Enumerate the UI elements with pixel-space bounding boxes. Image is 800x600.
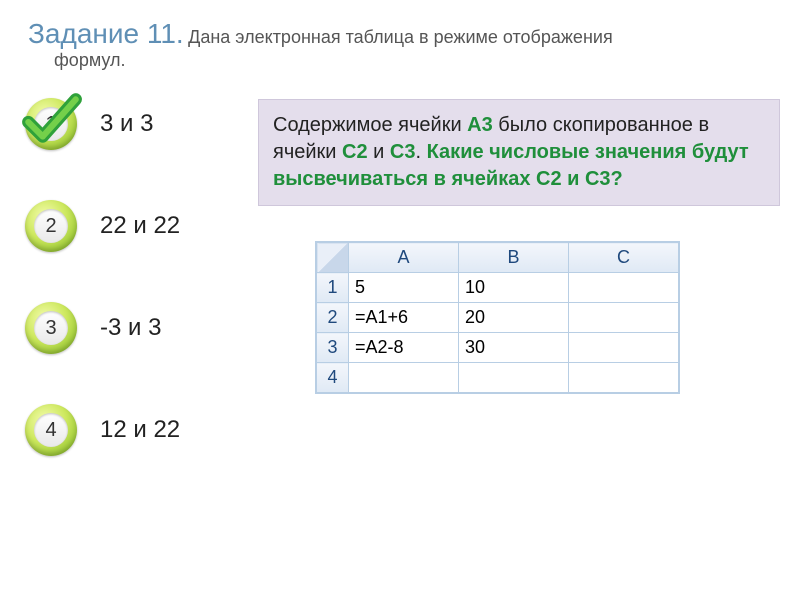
- select-all-corner[interactable]: [317, 243, 349, 273]
- option-number: 2: [34, 209, 68, 243]
- task-title-line2: формул.: [28, 50, 772, 71]
- row-header[interactable]: 2: [317, 303, 349, 333]
- cell[interactable]: =А2-8: [349, 333, 459, 363]
- header: Задание 11. Дана электронная таблица в р…: [0, 0, 800, 83]
- option-number: 4: [34, 413, 68, 447]
- cell[interactable]: 20: [459, 303, 569, 333]
- option-number: 3: [34, 311, 68, 345]
- cell-ref: С2: [342, 141, 368, 163]
- table-row: 2 =А1+6 20: [317, 303, 679, 333]
- cell[interactable]: [349, 363, 459, 393]
- task-number: Задание 11.: [28, 18, 184, 49]
- option-4[interactable]: 4 12 и 22: [22, 401, 242, 459]
- row-header[interactable]: 1: [317, 273, 349, 303]
- hint-text: и: [368, 141, 390, 163]
- cell[interactable]: 30: [459, 333, 569, 363]
- cell[interactable]: 5: [349, 273, 459, 303]
- col-header-a[interactable]: A: [349, 243, 459, 273]
- cell[interactable]: =А1+6: [349, 303, 459, 333]
- hint-box: Содержимое ячейки А3 было скопированное …: [258, 99, 780, 206]
- table-row: 3 =А2-8 30: [317, 333, 679, 363]
- cell[interactable]: [569, 333, 679, 363]
- cell[interactable]: [459, 363, 569, 393]
- col-header-c[interactable]: C: [569, 243, 679, 273]
- col-header-b[interactable]: B: [459, 243, 569, 273]
- spreadsheet: A B C 1 5 10 2 =А1+6 20: [316, 242, 780, 393]
- option-text: 3 и 3: [100, 110, 153, 138]
- cell[interactable]: [569, 303, 679, 333]
- cell-ref: А3: [467, 114, 493, 136]
- task-title: Дана электронная таблица в режиме отобра…: [188, 27, 613, 47]
- checkmark-icon: [18, 87, 84, 153]
- cell[interactable]: [569, 273, 679, 303]
- option-text: 22 и 22: [100, 212, 180, 240]
- hint-text: Содержимое ячейки: [273, 114, 467, 136]
- cell[interactable]: [569, 363, 679, 393]
- cell[interactable]: 10: [459, 273, 569, 303]
- option-3[interactable]: 3 -3 и 3: [22, 299, 242, 357]
- table-row: 4: [317, 363, 679, 393]
- hint-text: .: [415, 141, 426, 163]
- option-2[interactable]: 2 22 и 22: [22, 197, 242, 255]
- table-row: 1 5 10: [317, 273, 679, 303]
- option-1[interactable]: 1 3 и 3: [22, 95, 242, 153]
- row-header[interactable]: 4: [317, 363, 349, 393]
- option-text: -3 и 3: [100, 314, 161, 342]
- option-text: 12 и 22: [100, 416, 180, 444]
- answer-options: 1 3 и 3 2 22 и 22 3 -3 и 3 4 1: [22, 89, 242, 503]
- row-header[interactable]: 3: [317, 333, 349, 363]
- cell-ref: С3: [390, 141, 416, 163]
